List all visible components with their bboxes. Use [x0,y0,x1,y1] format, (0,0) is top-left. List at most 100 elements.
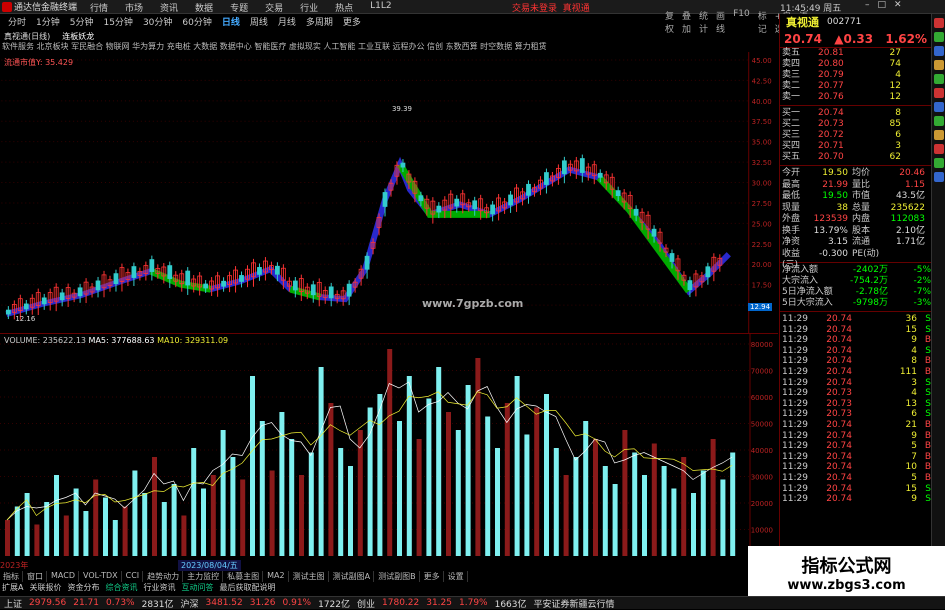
indicator-tab[interactable]: 测试副图B [375,571,420,582]
stat-label: 净资 [782,237,801,247]
toolbar-button[interactable]: 复权 [665,9,674,35]
tool-icon[interactable] [934,144,944,154]
period-tab[interactable]: 周线 [250,15,268,28]
tool-icon[interactable] [934,74,944,84]
menu-item[interactable]: 行情 [90,1,108,14]
toolbar-button[interactable]: 统计 [699,9,708,35]
menu-item[interactable]: 市场 [125,1,143,14]
extension-tab[interactable]: 综合资讯 [105,582,137,592]
volume-bar [161,502,167,556]
toolbar-button[interactable]: 叠加 [682,9,691,35]
concept-tags[interactable]: 软件服务 北京板块 军民融合 物联网 华为算力 充电桩 大数据 数据中心 智能医… [2,41,772,52]
menu-item[interactable]: 交易 [265,1,283,14]
minimize-icon[interactable]: – [865,0,870,10]
tick-volume: 111 [899,366,917,377]
menu-item[interactable]: 专题 [230,1,248,14]
tick-side: S [925,324,931,335]
flow-value: -9798万 [852,298,888,308]
candle-body [221,280,226,287]
volume-bar [220,430,226,556]
tool-icon[interactable] [934,130,944,140]
indicator-tab[interactable]: 测试主图 [290,571,329,582]
book-row: 卖四 20.80 74 [780,59,931,70]
tool-icon[interactable] [934,116,944,126]
period-tab[interactable]: 30分钟 [143,15,172,28]
tick-price: 20.73 [826,388,852,399]
indicator-tab[interactable]: 测试副图A [330,571,375,582]
maximize-icon[interactable]: □ [878,0,887,10]
menu-item[interactable]: 资讯 [160,1,178,14]
menu-item[interactable]: 数据 [195,1,213,14]
indicator-tab[interactable]: 趋势动力 [144,571,184,582]
candle-body [526,183,531,196]
volume-bar [436,367,442,556]
indicator-tab[interactable]: 主力监控 [184,571,224,582]
period-tab[interactable]: 分时 [8,15,26,28]
tool-icon[interactable] [934,88,944,98]
menu-item[interactable]: 热点 [335,1,353,14]
book-level: 卖五 [782,48,801,58]
tick-price: 20.74 [826,451,852,462]
extension-tab[interactable]: 资金分布 [67,582,99,592]
stat-row: 最高 21.99 量比 1.15 [780,180,931,192]
index-field: 上证 [4,599,23,610]
peak-label: 39.39 [392,105,412,113]
extension-tab[interactable]: 互动问答 [181,582,213,592]
tool-icon[interactable] [934,32,944,42]
indicator-tab[interactable]: 更多 [421,571,444,582]
indicator-tab[interactable]: VOL-TDX [80,571,122,582]
menu-item[interactable]: 行业 [300,1,318,14]
stat-label: 流通 [852,237,871,247]
book-row: 卖一 20.76 12 [780,92,931,103]
volume-chart[interactable]: 80000 70000 60000 50000 40000 30000 20000 10000 [0,334,778,560]
period-tab[interactable]: 月线 [278,15,296,28]
close-icon[interactable]: ✕ [894,0,902,10]
candle-body [185,270,191,286]
tool-icon[interactable] [934,60,944,70]
indicator-tab[interactable]: 设置 [445,571,468,582]
tool-icon[interactable] [934,46,944,56]
period-tab[interactable]: 5分钟 [70,15,94,28]
extension-tab[interactable]: 扩展A [2,582,23,592]
volume-bar [73,488,79,556]
tick-list[interactable]: 11:29 20.74 36 S 11:29 20.74 15 S 11:29 20.74 9 B 11… [780,314,931,505]
tool-icon[interactable] [934,102,944,112]
extension-tab[interactable]: 关联报价 [29,582,61,592]
tick-price: 20.74 [826,377,852,388]
volume-readout: VOLUME: 235622.13 MA5: 377688.63 MA10: 3… [4,336,229,345]
indicator-tab[interactable]: MA2 [264,571,289,582]
tick-time: 11:29 [782,430,808,441]
tick-volume: 15 [905,324,917,335]
extension-tab[interactable]: 最后获取配说明 [219,582,275,592]
tool-icon[interactable] [934,18,944,28]
indicator-tab[interactable]: MACD [48,571,79,582]
indicator-tab[interactable]: CCI [123,571,144,582]
trend-ribbon [5,156,731,317]
toolbar-button[interactable]: 标记 [758,9,767,35]
volume-bar [387,349,393,556]
period-tab[interactable]: 日线 [222,15,240,28]
tool-icon[interactable] [934,172,944,182]
toolbar-button[interactable]: F10 [733,9,750,35]
period-tab[interactable]: 多周期 [306,15,333,28]
period-tab[interactable]: 1分钟 [36,15,60,28]
extension-tab[interactable]: 行业资讯 [143,582,175,592]
flow-label: 净流入额 [782,265,819,275]
volume-bar [622,430,628,556]
stat-value: 2.10亿 [895,225,925,236]
tick-row: 11:29 20.74 5 B [780,473,931,484]
candle-body [239,275,244,282]
period-tab[interactable]: 15分钟 [103,15,132,28]
indicator-tab[interactable]: 私募主图 [224,571,264,582]
menu-item[interactable]: L1L2 [370,1,391,14]
kline-chart[interactable]: 45.00 42.50 40.00 37.50 35.00 32.50 30.00 27.50… [0,52,778,334]
toolbar-button[interactable]: 画线 [716,9,725,35]
indicator-tab[interactable]: 窗口 [24,571,47,582]
indicator-tab[interactable]: 指标 [0,571,23,582]
period-tab[interactable]: 60分钟 [182,15,211,28]
candle-body [436,205,442,213]
period-tab[interactable]: 更多 [343,15,361,28]
price-change-pct: 1.62% [885,31,927,46]
tool-icon[interactable] [934,158,944,168]
trade-login-link[interactable]: 交易未登录 真视通 [512,1,590,14]
